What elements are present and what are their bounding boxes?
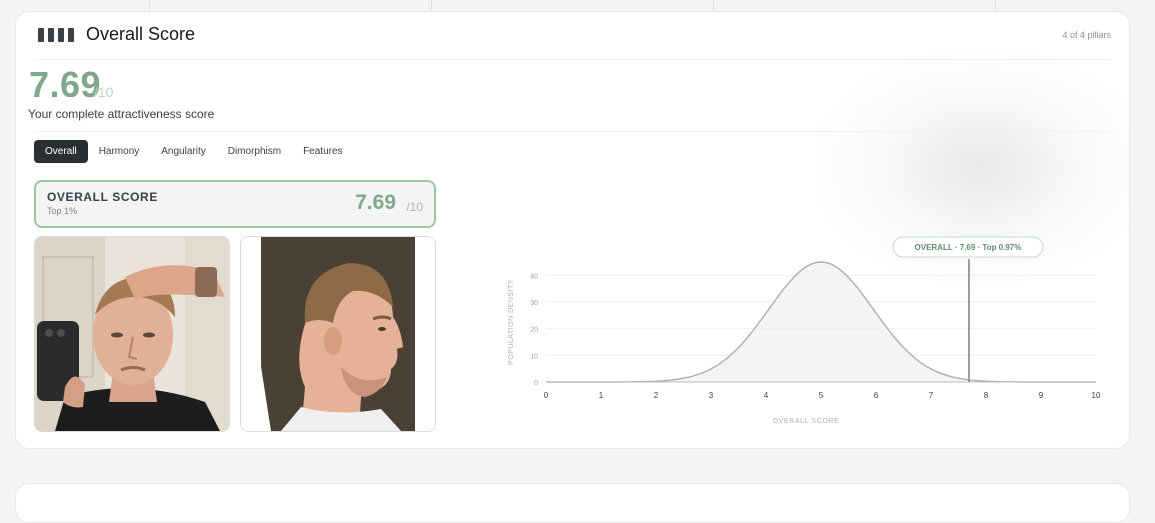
summary-label: OVERALL SCORE xyxy=(47,190,158,204)
summary-score: 7.69 xyxy=(355,191,396,214)
x-tick-label: 6 xyxy=(874,391,879,400)
y-tick-label: 40 xyxy=(530,273,538,280)
y-axis-title: POPULATION DENSITY xyxy=(508,279,515,365)
x-tick-label: 8 xyxy=(984,391,989,400)
x-tick-label: 1 xyxy=(599,391,604,400)
score-marker-label: OVERALL · 7.69 · Top 0.97% xyxy=(915,243,1022,252)
x-tick-label: 0 xyxy=(544,391,549,400)
card-title: Overall Score xyxy=(86,24,196,44)
tab-angularity[interactable]: Angularity xyxy=(150,140,216,163)
divider xyxy=(36,131,1111,132)
divider xyxy=(431,0,432,10)
overall-score-denominator: /10 xyxy=(94,84,114,100)
score-subtitle: Your complete attractiveness score xyxy=(28,107,215,121)
x-tick-label: 10 xyxy=(1092,391,1101,400)
x-tick-label: 9 xyxy=(1039,391,1044,400)
x-tick-label: 7 xyxy=(929,391,934,400)
y-tick-label: 0 xyxy=(534,380,538,387)
overall-score-summary: OVERALL SCORE Top 1% 7.69 /10 xyxy=(34,180,436,228)
pillars-count: 4 of 4 pillars xyxy=(1062,30,1111,40)
divider xyxy=(713,0,714,10)
x-tick-label: 2 xyxy=(654,391,659,400)
front-photo xyxy=(34,236,230,432)
x-tick-label: 3 xyxy=(709,391,714,400)
x-axis-title: OVERALL SCORE xyxy=(773,418,840,425)
divider xyxy=(36,59,1111,60)
next-section-card xyxy=(15,483,1130,523)
overall-score-value: 7.69 xyxy=(29,64,102,105)
tab-dimorphism[interactable]: Dimorphism xyxy=(217,140,292,163)
side-profile-photo xyxy=(240,236,436,432)
score-tabs: Overall Harmony Angularity Dimorphism Fe… xyxy=(34,140,354,163)
density-area xyxy=(546,262,1096,382)
x-tick-label: 5 xyxy=(819,391,824,400)
summary-denominator: /10 xyxy=(406,200,423,214)
overall-score-card: Overall Score 4 of 4 pillars 7.69 /10 Yo… xyxy=(15,11,1130,449)
y-tick-label: 30 xyxy=(530,300,538,307)
divider xyxy=(149,0,150,10)
x-tick-label: 4 xyxy=(764,391,769,400)
top-strip xyxy=(0,0,1155,10)
divider xyxy=(995,0,996,10)
tab-features[interactable]: Features xyxy=(292,140,353,163)
tab-overall[interactable]: Overall xyxy=(34,140,88,163)
pillars-logo-icon xyxy=(38,28,74,42)
summary-percentile: Top 1% xyxy=(47,206,78,216)
y-tick-label: 10 xyxy=(530,353,538,360)
tab-harmony[interactable]: Harmony xyxy=(88,140,151,163)
y-tick-label: 20 xyxy=(530,327,538,334)
score-distribution-chart: 0 10 20 30 40 0 1 2 3 4 5 6 7 8 9 10 OVERALL · 7.69 · To… xyxy=(508,236,1101,425)
